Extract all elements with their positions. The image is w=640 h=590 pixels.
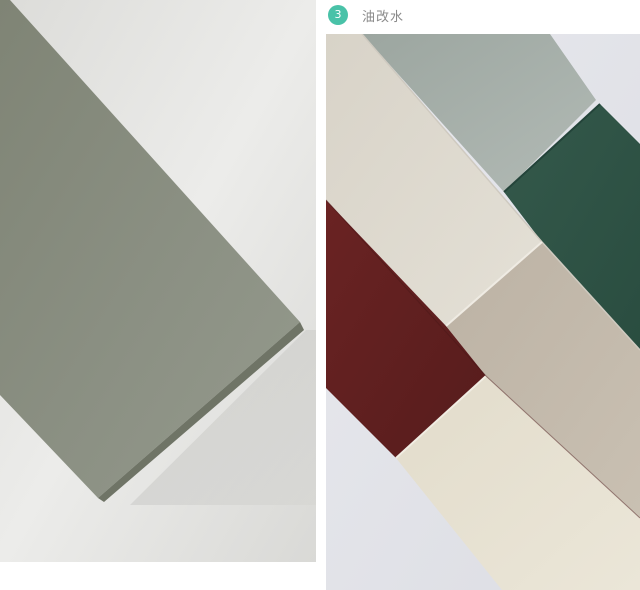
color-swatch-panels-image — [326, 34, 640, 590]
step-number-badge: 3 — [328, 5, 348, 25]
step-title: 油改水 — [362, 9, 405, 25]
step-header: 3 油改水 — [328, 4, 404, 26]
color-swatch-panels-photo — [326, 34, 640, 590]
sage-green-panel-photo — [0, 0, 316, 562]
sage-green-panel-image — [0, 0, 316, 562]
page: 3 油改水 — [0, 0, 640, 590]
